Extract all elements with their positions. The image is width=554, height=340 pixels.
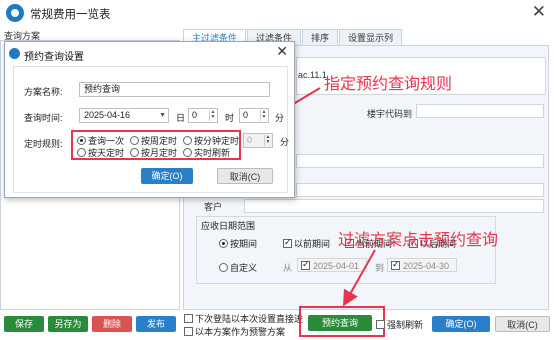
radio-icon: [183, 148, 192, 157]
radio-label: 查询一次: [88, 136, 125, 146]
schedule-query-dialog: 预约查询设置 ✕ 方案名称: 预约查询 查询时间: 2025-04-16 ▼ 日…: [4, 41, 295, 198]
radio-icon: [130, 148, 139, 157]
radio-label: 按周定时: [141, 136, 178, 146]
radio-label: 按分钟定时: [194, 136, 240, 146]
date-value: 2025-04-16: [84, 110, 131, 120]
rule-minute-unit: 分: [280, 137, 290, 147]
rule-options-highlight: 查询一次 按周定时 按分钟定时 按天定时 按月定时 实时刷新: [71, 130, 241, 160]
stepper-arrows-icon[interactable]: ▲ ▼: [260, 110, 267, 121]
stepper-value: 0: [243, 110, 249, 120]
annotation-arrow-bottom: [343, 249, 376, 307]
dialog-logo-icon: [9, 48, 20, 59]
rule-option-monthly[interactable]: 按月定时: [130, 146, 177, 159]
query-date-input[interactable]: 2025-04-16 ▼: [79, 108, 169, 123]
radio-icon: [183, 136, 192, 145]
query-time-label: 查询时间:: [24, 113, 63, 123]
scheme-name-input[interactable]: 预约查询: [79, 82, 270, 97]
radio-label: 按天定时: [88, 148, 125, 158]
stepper-arrows-icon[interactable]: ▲ ▼: [264, 135, 271, 146]
rule-option-daily[interactable]: 按天定时: [77, 146, 124, 159]
radio-label: 按月定时: [141, 148, 178, 158]
dialog-ok-button[interactable]: 确定(O): [141, 168, 193, 184]
stepper-value: 0: [192, 110, 198, 120]
radio-icon: [77, 136, 86, 145]
radio-icon: [77, 148, 86, 157]
hour-stepper[interactable]: 0 ▲ ▼: [239, 108, 269, 123]
chevron-down-icon[interactable]: ▼: [159, 109, 166, 122]
dialog-title: 预约查询设置: [24, 52, 84, 63]
rule-minute-stepper[interactable]: 0 ▲ ▼: [243, 133, 273, 148]
scheme-name-label: 方案名称:: [24, 87, 63, 97]
rule-label: 定时规则:: [24, 139, 63, 149]
stepper-value: 0: [247, 135, 253, 145]
rule-option-realtime[interactable]: 实时刷新: [183, 146, 230, 159]
radio-icon: [130, 136, 139, 145]
minute-label: 分: [275, 113, 285, 123]
radio-label: 实时刷新: [194, 148, 231, 158]
day-stepper[interactable]: 0 ▲ ▼: [188, 108, 218, 123]
day-label: 日: [176, 113, 186, 123]
stepper-arrows-icon[interactable]: ▲ ▼: [209, 110, 216, 121]
hour-label: 时: [225, 113, 235, 123]
dialog-cancel-button[interactable]: 取消(C): [217, 168, 273, 184]
dialog-close-icon[interactable]: ✕: [276, 43, 288, 60]
